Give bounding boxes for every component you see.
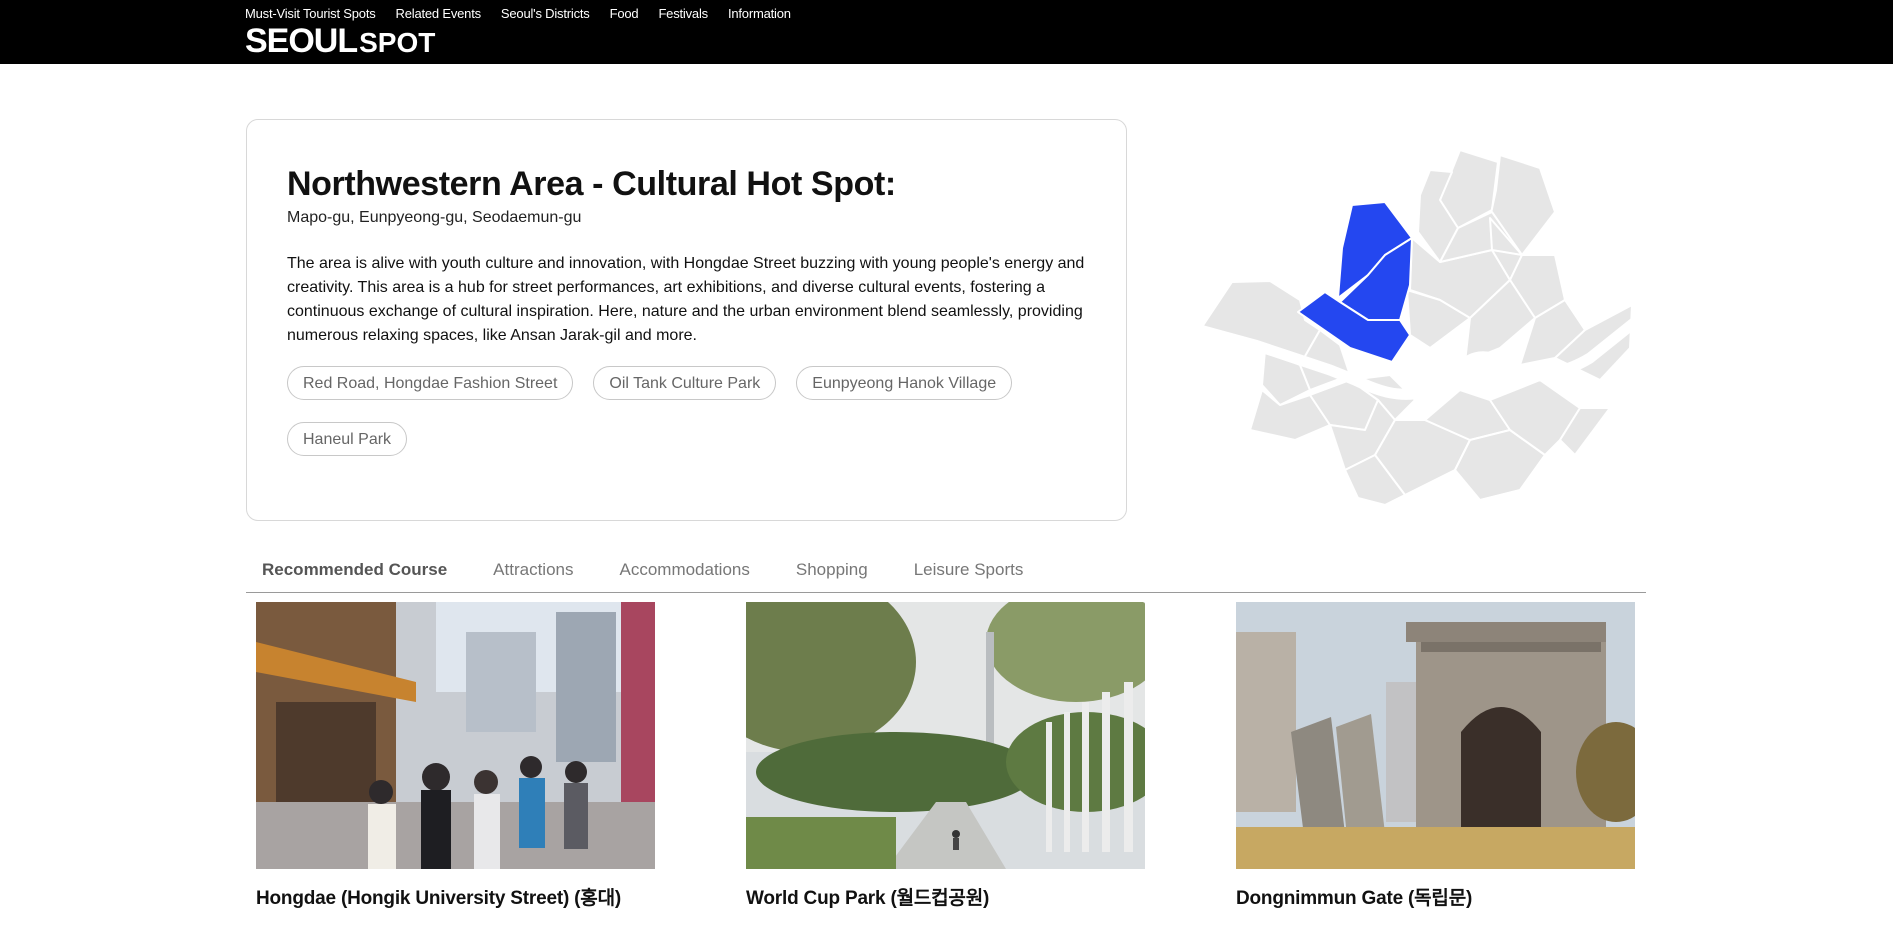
content-tabs: Recommended Course Attractions Accommoda… (246, 548, 1646, 593)
tab-leisure-sports[interactable]: Leisure Sports (898, 548, 1040, 592)
course-name[interactable]: World Cup Park (월드컵공원) (746, 883, 1146, 910)
area-description: The area is alive with youth culture and… (287, 255, 1085, 344)
course-name[interactable]: Dongnimmun Gate (독립문) (1236, 883, 1636, 910)
world-cup-park-photo[interactable] (746, 602, 1145, 869)
main-nav: Must-Visit Tourist Spots Related Events … (245, 6, 811, 22)
nav-related-events[interactable]: Related Events (396, 6, 482, 22)
tab-recommended-course[interactable]: Recommended Course (246, 548, 463, 592)
area-info-card: Northwestern Area - Cultural Hot Spot: M… (246, 119, 1127, 521)
area-title: Northwestern Area - Cultural Hot Spot: (287, 165, 896, 203)
dongnimmun-gate-photo[interactable] (1236, 602, 1635, 869)
tab-shopping[interactable]: Shopping (780, 548, 884, 592)
nav-festivals[interactable]: Festivals (658, 6, 708, 22)
site-logo[interactable]: SEOULSPOT (245, 24, 435, 65)
top-navigation-bar: Must-Visit Tourist Spots Related Events … (0, 0, 1893, 64)
course-card-world-cup-park[interactable]: World Cup Park (월드컵공원) (746, 602, 1146, 910)
nav-seoul-districts[interactable]: Seoul's Districts (501, 6, 590, 22)
area-districts: Mapo-gu, Eunpyeong-gu, Seodaemun-gu (287, 209, 582, 226)
logo-primary: SEOUL (245, 22, 358, 60)
tag-red-road[interactable]: Red Road, Hongdae Fashion Street (287, 366, 574, 400)
course-name[interactable]: Hongdae (Hongik University Street) (홍대) (256, 883, 656, 910)
tab-accommodations[interactable]: Accommodations (603, 548, 765, 592)
tag-oil-tank[interactable]: Oil Tank Culture Park (593, 366, 777, 400)
nav-information[interactable]: Information (728, 6, 791, 22)
tag-eunpyeong-hanok[interactable]: Eunpyeong Hanok Village (796, 366, 1013, 400)
hongdae-street-photo[interactable] (256, 602, 655, 869)
course-card-dongnimmun[interactable]: Dongnimmun Gate (독립문) (1236, 602, 1636, 910)
course-card-hongdae[interactable]: Hongdae (Hongik University Street) (홍대) (256, 602, 656, 910)
tag-haneul-park[interactable]: Haneul Park (287, 422, 408, 456)
logo-secondary: SPOT (359, 27, 436, 58)
tab-attractions[interactable]: Attractions (477, 548, 589, 592)
spot-tags: Red Road, Hongdae Fashion Street Oil Tan… (287, 366, 1097, 478)
nav-food[interactable]: Food (610, 6, 639, 22)
seoul-district-map (1195, 149, 1635, 505)
nav-must-visit[interactable]: Must-Visit Tourist Spots (245, 6, 376, 22)
